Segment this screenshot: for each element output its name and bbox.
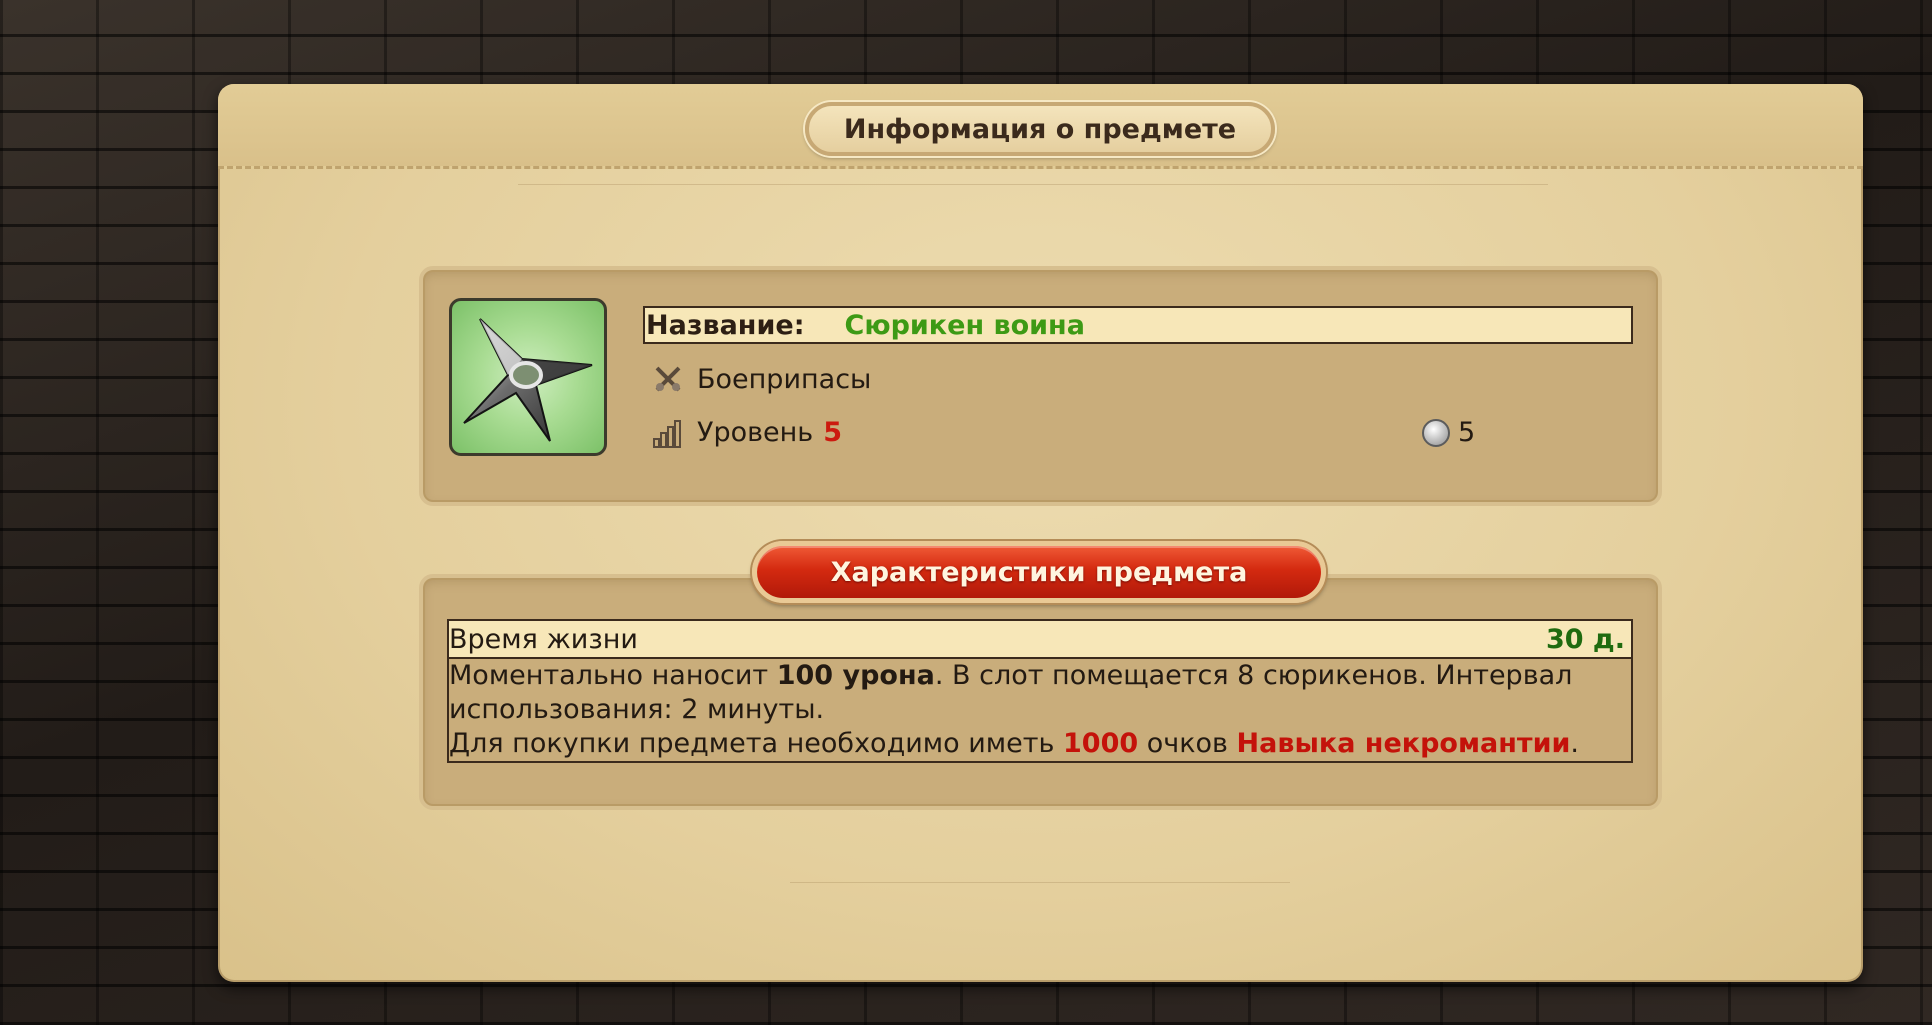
req-skill: Навыка некромантии	[1236, 728, 1571, 759]
properties-table: Время жизни 30 д. Моментально наносит 10…	[447, 619, 1633, 763]
item-type: Боеприпасы	[651, 362, 871, 396]
requirement-text: Для покупки предмета необходимо иметь 10…	[449, 727, 1631, 761]
item-name-row: Название: Сюрикен воина	[643, 306, 1633, 344]
item-type-label: Боеприпасы	[697, 363, 872, 395]
level-value: 5	[823, 416, 842, 448]
req-text: очков	[1138, 728, 1237, 759]
effect-text: Моментально наносит 100 урона. В слот по…	[449, 659, 1631, 727]
level-bars-icon	[653, 420, 681, 448]
lifetime-label: Время жизни	[449, 623, 638, 655]
shuriken-icon	[463, 318, 593, 442]
name-label: Название:	[646, 309, 805, 341]
coin-icon	[1422, 418, 1450, 447]
item-cost: 5	[1422, 417, 1475, 448]
lifetime-value: 30 д.	[1545, 623, 1625, 655]
item-description: Моментально наносит 100 урона. В слот по…	[449, 659, 1631, 761]
lifetime-row: Время жизни 30 д.	[449, 621, 1631, 659]
panel-title: Информация о предмете	[805, 102, 1275, 156]
req-points: 1000	[1063, 728, 1139, 759]
req-text: Для покупки предмета необходимо иметь	[449, 728, 1063, 759]
req-text: .	[1570, 728, 1580, 759]
item-level: Уровень 5	[651, 415, 842, 449]
item-image[interactable]	[449, 298, 607, 456]
level-label: Уровень	[697, 416, 814, 448]
divider	[790, 882, 1290, 883]
item-info-panel: Информация о предмете	[218, 84, 1863, 982]
damage-value: 100 урона	[776, 660, 935, 691]
desc-text: Моментально наносит	[449, 660, 777, 691]
crossed-swords-icon	[655, 366, 681, 392]
cost-value: 5	[1458, 417, 1476, 448]
item-name: Сюрикен воина	[844, 309, 1085, 341]
divider	[518, 184, 1548, 185]
characteristics-button[interactable]: Характеристики предмета	[752, 541, 1326, 603]
